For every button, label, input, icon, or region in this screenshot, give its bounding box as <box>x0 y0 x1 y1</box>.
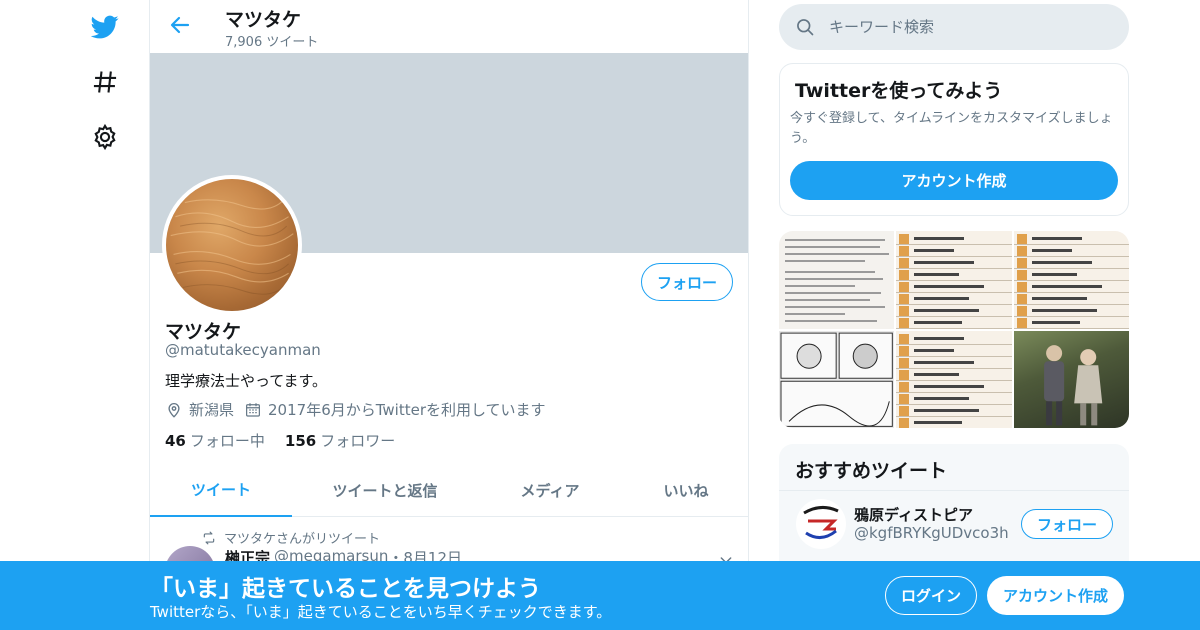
media-thumbnail[interactable] <box>1013 231 1129 329</box>
retweet-label: マツタケさんがリツイート <box>224 532 381 547</box>
create-account-button[interactable]: アカウント作成 <box>790 161 1118 200</box>
media-thumbnail[interactable] <box>896 231 1012 329</box>
media-thumbnail[interactable] <box>779 231 895 329</box>
tab-tweets[interactable]: ツイート <box>150 463 292 517</box>
profile-avatar[interactable] <box>162 175 302 315</box>
signup-description: 今すぐ登録して、タイムラインをカスタマイズしましょう。 <box>790 111 1113 146</box>
retweet-indicator: マツタケさんがリツイート <box>202 528 380 547</box>
tab-likes[interactable]: いいね <box>622 463 748 517</box>
recommended-follow-button[interactable]: フォロー <box>1021 509 1113 539</box>
signup-card: Twitterを使ってみよう 今すぐ登録して、タイムラインをカスタマイズしましょ… <box>779 63 1129 216</box>
login-button[interactable]: ログイン <box>885 576 977 615</box>
signup-banner: 「いま」起きていることを見つけよう Twitterなら、「いま」起きていることを… <box>0 561 1200 630</box>
left-nav <box>70 0 140 630</box>
follow-button[interactable]: フォロー <box>641 263 733 301</box>
profile-handle: @matutakecyanman <box>165 341 321 359</box>
header-name: マツタケ <box>225 9 302 31</box>
banner-subtitle: Twitterなら、「いま」起きていることをいち早くチェックできます。 <box>150 603 612 621</box>
retweet-icon <box>203 531 215 544</box>
tab-media[interactable]: メディア <box>478 463 622 517</box>
recommended-title: おすすめツイート <box>795 460 948 482</box>
signup-title: Twitterを使ってみよう <box>795 80 1003 102</box>
recommended-user-avatar[interactable] <box>796 499 846 549</box>
media-thumbnail[interactable] <box>779 330 895 428</box>
followers-label: フォロワー <box>320 432 396 450</box>
hashtag-icon[interactable] <box>90 67 120 97</box>
media-thumbnail[interactable] <box>896 330 1012 428</box>
tweet-count: 7,906 ツイート <box>225 35 319 50</box>
joined-item: 2017年6月からTwitterを利用しています <box>244 399 546 420</box>
search-input[interactable] <box>829 18 1109 36</box>
followers-stat[interactable]: 156 フォロワー <box>285 430 395 451</box>
following-count: 46 <box>165 432 186 450</box>
tab-tweets-replies[interactable]: ツイートと返信 <box>292 463 478 517</box>
recommended-user-name[interactable]: 鴉原ディストピア <box>854 504 973 525</box>
profile-bio: 理学療法士やってます。 <box>165 372 328 390</box>
profile-tabs: ツイート ツイートと返信 メディア いいね <box>150 463 748 517</box>
recommended-tweets-card: おすすめツイート 鴉原ディストピア @kgfBRYKgUDvco3h フォロー <box>779 444 1129 574</box>
media-thumbnail[interactable] <box>1013 330 1129 428</box>
profile-column: マツタケ 7,906 ツイート フォロー マツタケ @matutakecyanm… <box>149 0 749 630</box>
recommended-user-handle[interactable]: @kgfBRYKgUDvco3h <box>854 524 1009 542</box>
banner-title: 「いま」起きていることを見つけよう <box>150 576 541 602</box>
arrow-left-icon[interactable] <box>168 13 196 41</box>
following-label: フォロー中 <box>189 432 265 450</box>
search-box[interactable] <box>779 4 1129 50</box>
location-pin-icon <box>168 402 180 418</box>
location-text: 新潟県 <box>189 401 235 419</box>
joined-text: 2017年6月からTwitterを利用しています <box>268 401 546 419</box>
banner-signup-button[interactable]: アカウント作成 <box>987 576 1124 615</box>
follow-stats: 46 フォロー中 156 フォロワー <box>165 430 415 451</box>
search-icon <box>797 19 814 36</box>
divider <box>779 490 1129 491</box>
location-item: 新潟県 <box>165 399 234 420</box>
following-stat[interactable]: 46 フォロー中 <box>165 430 265 451</box>
profile-header: マツタケ 7,906 ツイート <box>150 0 748 53</box>
profile-meta: 新潟県 2017年6月からTwitterを利用しています <box>165 399 556 420</box>
gear-icon[interactable] <box>90 122 120 152</box>
profile-name: マツタケ <box>165 321 242 343</box>
calendar-icon <box>246 402 260 417</box>
followers-count: 156 <box>284 432 317 450</box>
media-grid <box>779 231 1129 428</box>
twitter-bird-icon[interactable] <box>90 12 120 42</box>
